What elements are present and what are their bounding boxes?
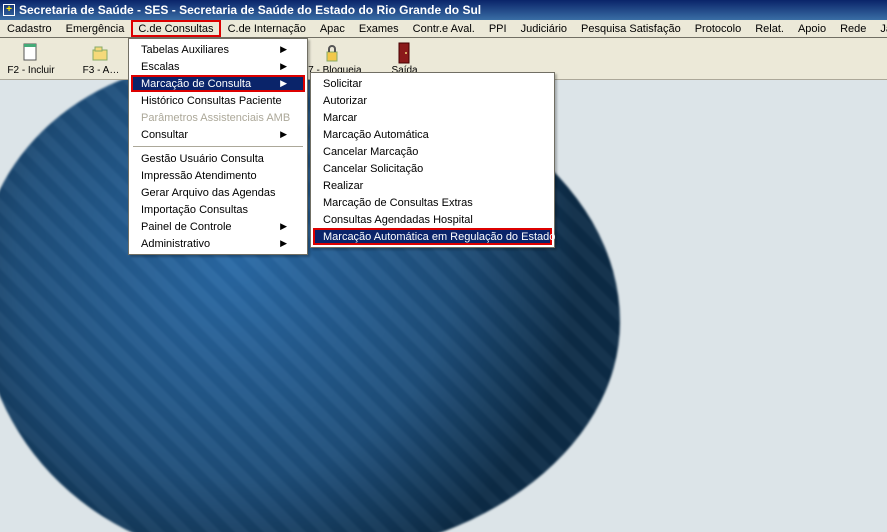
menubar: CadastroEmergênciaC.de ConsultasC.de Int… (0, 20, 887, 38)
app-icon: + (3, 4, 15, 16)
window-titlebar: + Secretaria de Saúde - SES - Secretaria… (0, 0, 887, 20)
menu-ppi[interactable]: PPI (482, 20, 514, 37)
submenu2-item-marcar[interactable]: Marcar (313, 109, 552, 126)
menu-c-de-interna-o[interactable]: C.de Internação (221, 20, 313, 37)
menu-item-label: Parâmetros Assistenciais AMB (141, 112, 290, 124)
window-title: Secretaria de Saúde - SES - Secretaria d… (19, 3, 481, 17)
submenu1-item-par-metros-assistenciais-amb: Parâmetros Assistenciais AMB▶ (131, 109, 305, 126)
menu-item-label: Importação Consultas (141, 204, 248, 216)
submenu2-item-marca-o-autom-tica-em-regula-o-do-estado[interactable]: Marcação Automática em Regulação do Esta… (313, 228, 552, 245)
menu-item-label: Gerar Arquivo das Agendas (141, 187, 276, 199)
submenu1-item-impress-o-atendimento[interactable]: Impressão Atendimento (131, 167, 305, 184)
menu-item-label: Marcação de Consulta (141, 78, 251, 90)
menu-apoio[interactable]: Apoio (791, 20, 833, 37)
menu-cadastro[interactable]: Cadastro (0, 20, 59, 37)
submenu1-item-hist-rico-consultas-paciente[interactable]: Histórico Consultas Paciente (131, 92, 305, 109)
submenu-arrow-icon: ▶ (280, 238, 287, 249)
menu-relat-[interactable]: Relat. (748, 20, 791, 37)
menu-item-label: Marcação Automática (323, 129, 429, 141)
submenu2-item-marca-o-autom-tica[interactable]: Marcação Automática (313, 126, 552, 143)
submenu2-item-cancelar-marca-o[interactable]: Cancelar Marcação (313, 143, 552, 160)
menu-item-label: Solicitar (323, 78, 362, 90)
submenu1-item-administrativo[interactable]: Administrativo ▶ (131, 235, 305, 252)
tool-label: F3 - A… (83, 65, 120, 76)
submenu1-item-consultar[interactable]: Consultar ▶ (131, 126, 305, 143)
submenu1-item-gest-o-usu-rio-consulta[interactable]: Gestão Usuário Consulta (131, 150, 305, 167)
menu-item-label: Marcação Automática em Regulação do Esta… (323, 231, 555, 243)
menu-item-label: Cancelar Solicitação (323, 163, 423, 175)
submenu2-item-realizar[interactable]: Realizar (313, 177, 552, 194)
menu-item-label: Autorizar (323, 95, 367, 107)
doc-icon (20, 42, 42, 64)
submenu-arrow-icon: ▶ (280, 78, 287, 89)
menu-item-label: Impressão Atendimento (141, 170, 257, 182)
menu-item-label: Marcar (323, 112, 357, 124)
submenu2-item-solicitar[interactable]: Solicitar (313, 75, 552, 92)
tool-sa-da[interactable]: Saída (378, 42, 432, 76)
door-icon (394, 42, 416, 64)
tool-f2-incluir[interactable]: F2 - Incluir (4, 42, 58, 76)
menu-item-label: Cancelar Marcação (323, 146, 418, 158)
submenu2-item-consultas-agendadas-hospital[interactable]: Consultas Agendadas Hospital (313, 211, 552, 228)
submenu-arrow-icon: ▶ (280, 221, 287, 232)
submenu-arrow-icon: ▶ (280, 44, 287, 55)
menu-separator (133, 146, 303, 147)
submenu-cde-consultas: Tabelas Auxiliares▶Escalas▶Marcação de C… (128, 38, 308, 255)
menu-item-label: Histórico Consultas Paciente (141, 95, 282, 107)
submenu2-item-autorizar[interactable]: Autorizar (313, 92, 552, 109)
menu-item-label: Consultas Agendadas Hospital (323, 214, 473, 226)
menu-item-label: Painel de Controle (141, 221, 232, 233)
menu-emerg-ncia[interactable]: Emergência (59, 20, 132, 37)
tool-f7-bloqueia[interactable]: F7 - Bloqueia (302, 42, 361, 76)
submenu1-item-escalas[interactable]: Escalas ▶ (131, 58, 305, 75)
menu-pesquisa-satisfa-o[interactable]: Pesquisa Satisfação (574, 20, 688, 37)
menu-judici-rio[interactable]: Judiciário (514, 20, 574, 37)
menu-protocolo[interactable]: Protocolo (688, 20, 748, 37)
submenu-arrow-icon: ▶ (280, 61, 287, 72)
submenu1-item-tabelas-auxiliares[interactable]: Tabelas Auxiliares ▶ (131, 41, 305, 58)
tool-f3-a-[interactable]: F3 - A… (74, 42, 128, 76)
submenu1-item-gerar-arquivo-das-agendas[interactable]: Gerar Arquivo das Agendas (131, 184, 305, 201)
menu-janelas[interactable]: Janelas (873, 20, 887, 37)
submenu-marcacao-de-consulta: Solicitar Autorizar Marcar Marcação Automát… (310, 72, 555, 248)
menu-item-label: Consultar (141, 129, 188, 141)
menu-item-label: Administrativo (141, 238, 210, 250)
menu-contr-e-aval-[interactable]: Contr.e Aval. (406, 20, 482, 37)
menu-item-label: Realizar (323, 180, 363, 192)
tool-label: F2 - Incluir (7, 65, 54, 76)
submenu-arrow-icon: ▶ (280, 129, 287, 140)
menu-rede[interactable]: Rede (833, 20, 873, 37)
menu-item-label: Gestão Usuário Consulta (141, 153, 264, 165)
menu-apac[interactable]: Apac (313, 20, 352, 37)
menu-item-label: Tabelas Auxiliares (141, 44, 229, 56)
menu-c-de-consultas[interactable]: C.de Consultas (131, 20, 220, 37)
menu-item-label: Marcação de Consultas Extras (323, 197, 473, 209)
submenu1-item-painel-de-controle[interactable]: Painel de Controle ▶ (131, 218, 305, 235)
lock-icon (321, 42, 343, 64)
submenu2-item-cancelar-solicita-o[interactable]: Cancelar Solicitação (313, 160, 552, 177)
submenu2-item-marca-o-de-consultas-extras[interactable]: Marcação de Consultas Extras (313, 194, 552, 211)
submenu1-item-importa-o-consultas[interactable]: Importação Consultas (131, 201, 305, 218)
submenu1-item-marca-o-de-consulta[interactable]: Marcação de Consulta ▶ (131, 75, 305, 92)
menu-item-label: Escalas (141, 61, 180, 73)
open-icon (90, 42, 112, 64)
menu-exames[interactable]: Exames (352, 20, 406, 37)
